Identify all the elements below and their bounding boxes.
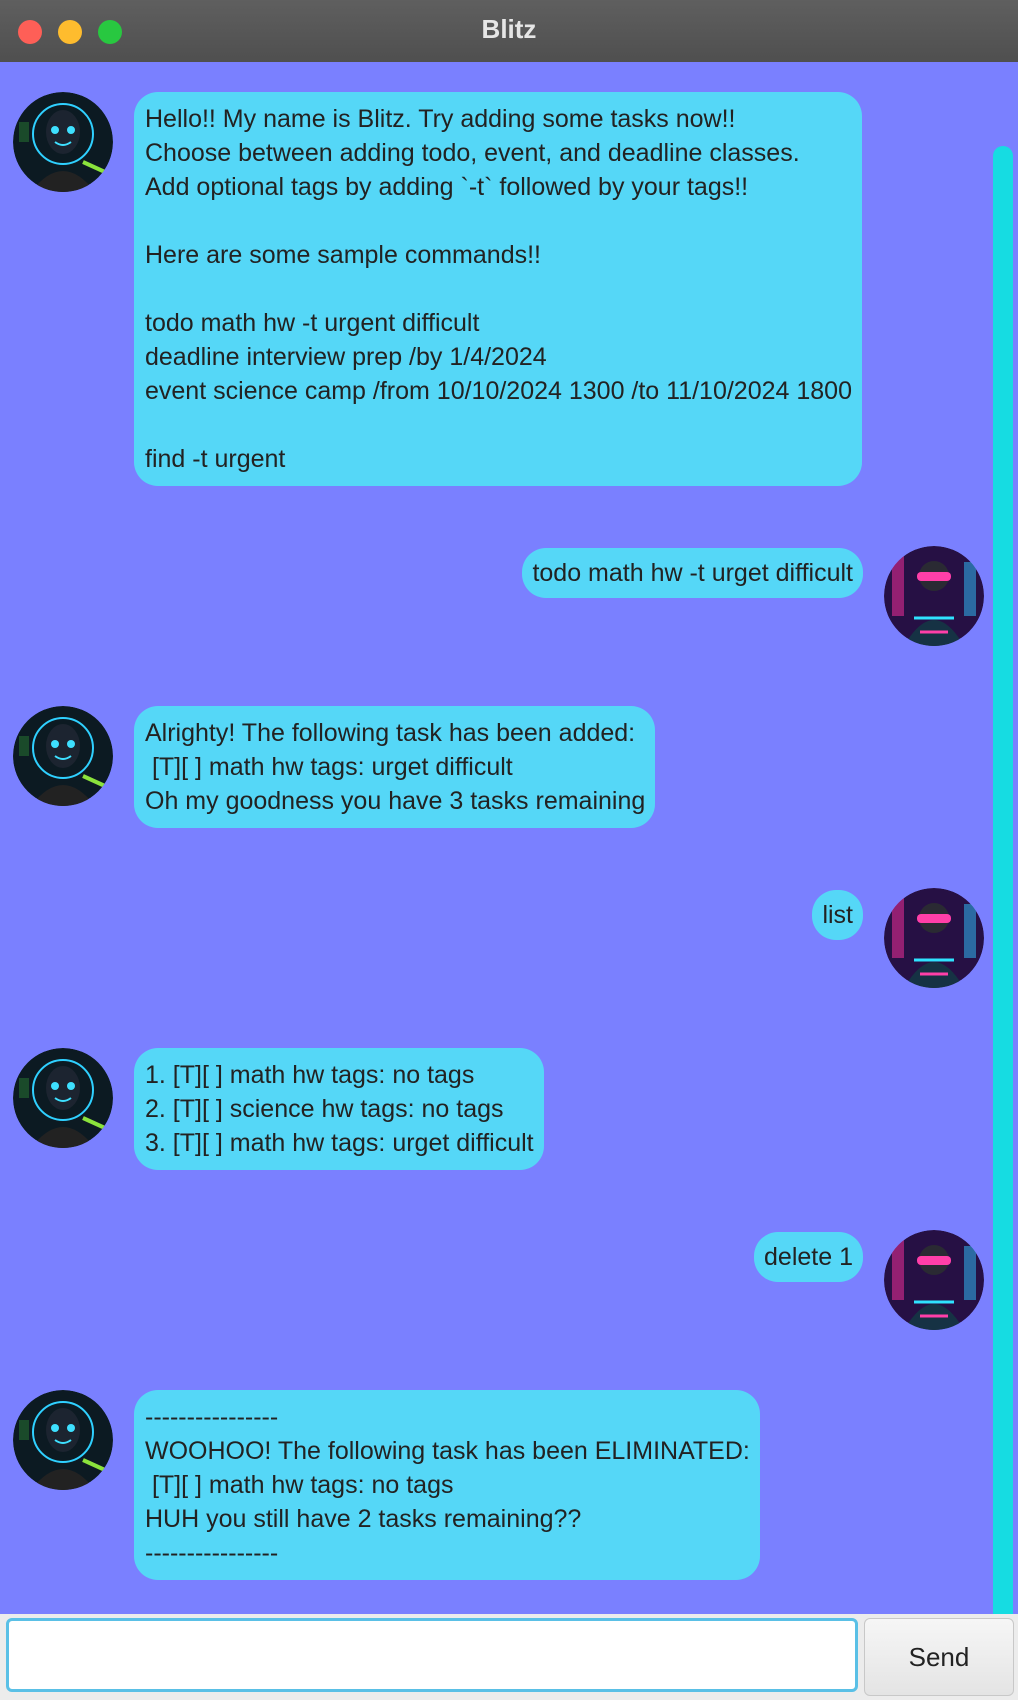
bot-message-bubble: Alrighty! The following task has been ad…	[134, 706, 656, 828]
robot-avatar-icon	[13, 1048, 113, 1148]
user-message-bubble: list	[812, 890, 863, 940]
bot-message-bubble: Hello!! My name is Blitz. Try adding som…	[134, 92, 862, 486]
chat-area[interactable]: Hello!! My name is Blitz. Try adding som…	[0, 62, 1018, 1652]
cyberpunk-user-avatar-icon	[884, 1230, 984, 1330]
window-title: Blitz	[481, 14, 537, 44]
user-message-bubble: delete 1	[754, 1232, 863, 1282]
message-input[interactable]	[6, 1618, 858, 1692]
input-bar: Send	[0, 1614, 1018, 1700]
chat-scrollbar[interactable]	[993, 146, 1013, 1652]
bot-message-bubble: 1. [T][ ] math hw tags: no tags 2. [T][ …	[134, 1048, 544, 1170]
bot-message-bubble: ---------------- WOOHOO! The following t…	[134, 1390, 760, 1580]
robot-avatar-icon	[13, 1390, 113, 1490]
title-bar: Blitz	[0, 0, 1018, 63]
app-window: Blitz Hello!! My name is Blitz. Try addi…	[0, 0, 1018, 1700]
send-button[interactable]: Send	[864, 1618, 1014, 1696]
user-message-bubble: todo math hw -t urget difficult	[522, 548, 863, 598]
cyberpunk-user-avatar-icon	[884, 546, 984, 646]
robot-avatar-icon	[13, 92, 113, 192]
robot-avatar-icon	[13, 706, 113, 806]
cyberpunk-user-avatar-icon	[884, 888, 984, 988]
